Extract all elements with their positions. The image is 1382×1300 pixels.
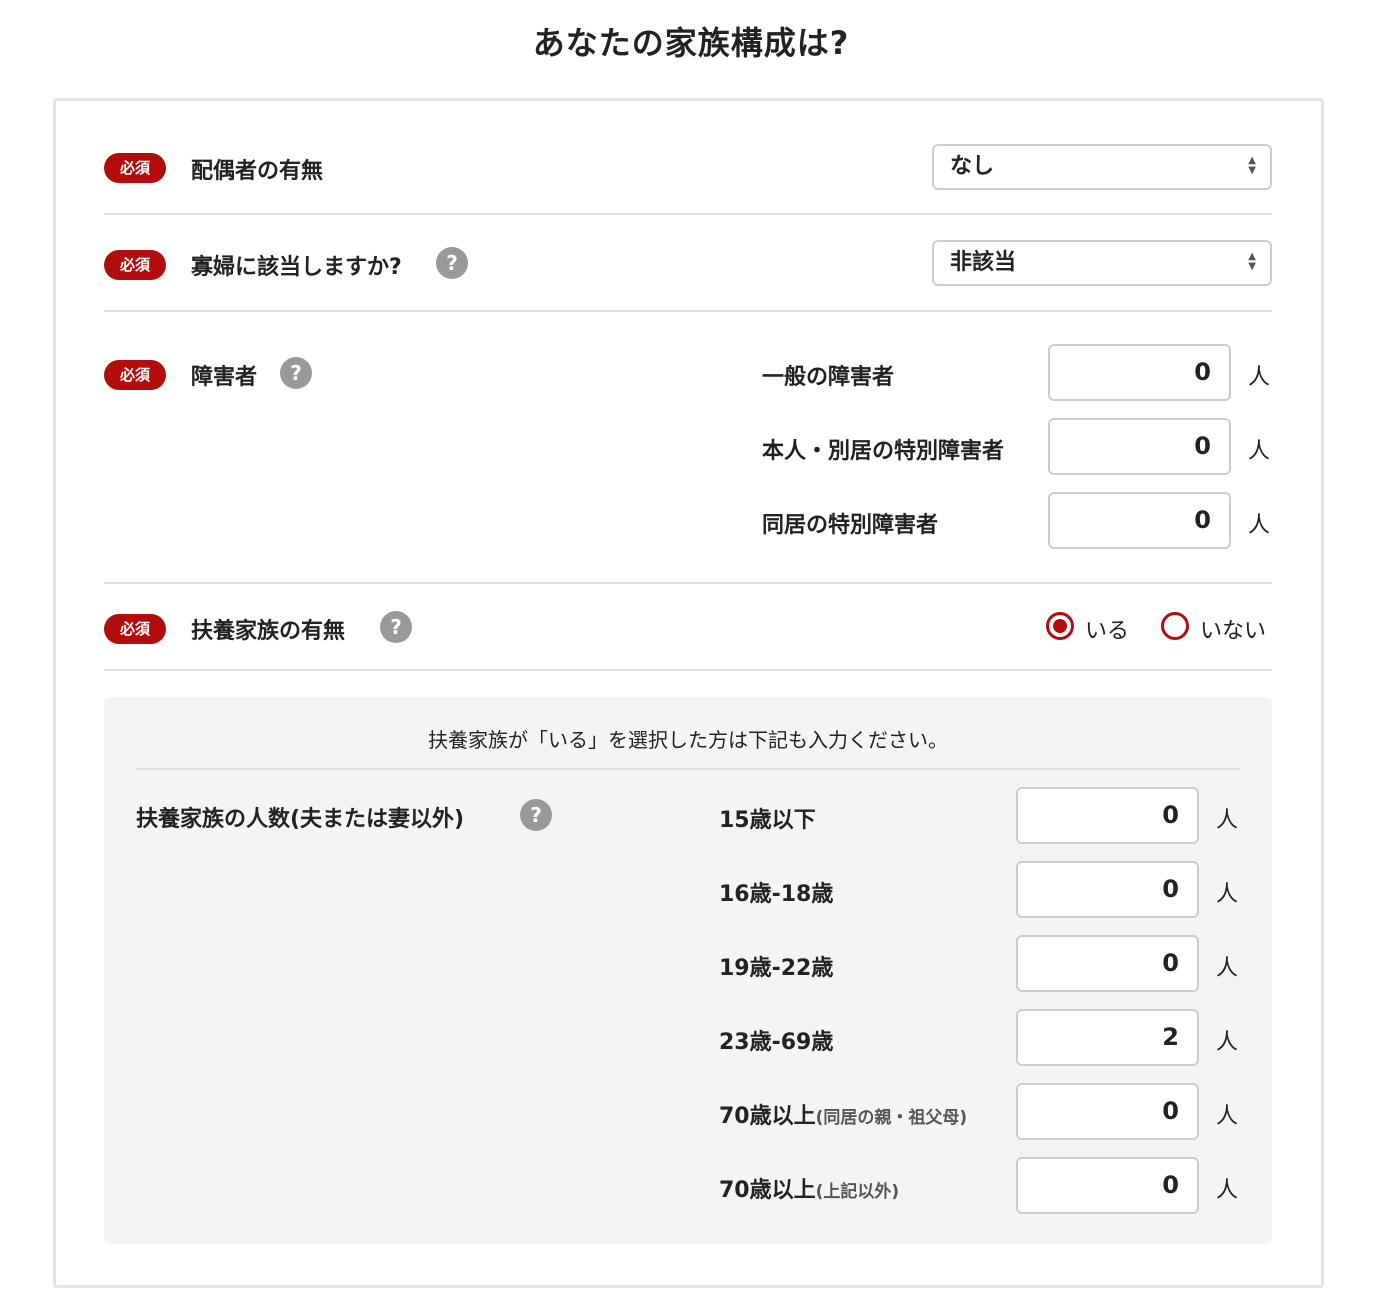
unit-label: 人 (1216, 950, 1238, 982)
divider (104, 582, 1272, 584)
age-group-label-text: 70歳以上 (719, 1104, 816, 1129)
unit-label: 人 (1248, 507, 1270, 539)
age-group-input[interactable]: 2 (1016, 1009, 1199, 1066)
age-group-input[interactable]: 0 (1016, 1157, 1199, 1214)
age-group-input[interactable]: 0 (1016, 787, 1199, 844)
spouse-select-value: なし (950, 154, 994, 179)
age-group-label: 70歳以上(同居の親・祖父母) (719, 1098, 967, 1130)
panel-notice: 扶養家族が「いる」を選択した方は下記も入力ください。 (104, 724, 1272, 753)
divider (104, 669, 1272, 671)
required-badge: 必須 (104, 153, 166, 183)
age-group-label-text: 19歳-22歳 (719, 956, 833, 981)
help-icon[interactable]: ? (380, 611, 412, 643)
unit-label: 人 (1216, 802, 1238, 834)
help-icon[interactable]: ? (280, 357, 312, 389)
widow-select[interactable]: 非該当 ▲▼ (932, 240, 1272, 286)
disability-label: 障害者 (191, 359, 257, 391)
unit-label: 人 (1248, 433, 1270, 465)
age-group-label: 23歳-69歳 (719, 1024, 833, 1056)
help-icon[interactable]: ? (436, 247, 468, 279)
divider (104, 310, 1272, 312)
select-arrows-icon: ▲▼ (1248, 156, 1256, 176)
help-icon[interactable]: ? (520, 799, 552, 831)
unit-label: 人 (1216, 1098, 1238, 1130)
age-group-label-text: 23歳-69歳 (719, 1030, 833, 1055)
dependents-no-radio[interactable] (1161, 612, 1189, 640)
age-group-label: 16歳-18歳 (719, 876, 833, 908)
age-group-label-text: 70歳以上 (719, 1178, 816, 1203)
age-group-label-text: 16歳-18歳 (719, 882, 833, 907)
disability-general-input[interactable]: 0 (1048, 344, 1231, 401)
spouse-select[interactable]: なし ▲▼ (932, 144, 1272, 190)
divider (136, 768, 1240, 770)
age-group-input[interactable]: 0 (1016, 935, 1199, 992)
disability-special-cohabiting-input[interactable]: 0 (1048, 492, 1231, 549)
age-group-label: 15歳以下 (719, 802, 816, 834)
dependents-no-label[interactable]: いない (1200, 613, 1266, 645)
age-group-label-text: 15歳以下 (719, 808, 816, 833)
disability-special-separate-label: 本人・別居の特別障害者 (762, 433, 1004, 465)
select-arrows-icon: ▲▼ (1248, 252, 1256, 272)
required-badge: 必須 (104, 250, 166, 280)
dependents-count-label: 扶養家族の人数(夫または妻以外) (136, 801, 464, 833)
spouse-label: 配偶者の有無 (191, 153, 323, 185)
disability-special-cohabiting-label: 同居の特別障害者 (762, 507, 938, 539)
unit-label: 人 (1248, 359, 1270, 391)
disability-general-label: 一般の障害者 (762, 359, 894, 391)
divider (104, 213, 1272, 215)
age-group-note: (同居の親・祖父母) (816, 1108, 968, 1128)
age-group-input[interactable]: 0 (1016, 1083, 1199, 1140)
dependents-yes-radio[interactable] (1046, 612, 1074, 640)
unit-label: 人 (1216, 1172, 1238, 1204)
page-title: あなたの家族構成は? (0, 18, 1382, 64)
widow-label: 寡婦に該当しますか? (191, 249, 402, 281)
dependents-yes-label[interactable]: いる (1085, 613, 1129, 645)
required-badge: 必須 (104, 614, 166, 644)
widow-select-value: 非該当 (950, 250, 1016, 275)
required-badge: 必須 (104, 360, 166, 390)
unit-label: 人 (1216, 876, 1238, 908)
age-group-label: 19歳-22歳 (719, 950, 833, 982)
age-group-input[interactable]: 0 (1016, 861, 1199, 918)
disability-special-separate-input[interactable]: 0 (1048, 418, 1231, 475)
unit-label: 人 (1216, 1024, 1238, 1056)
age-group-note: (上記以外) (816, 1182, 900, 1202)
dependents-label: 扶養家族の有無 (191, 613, 345, 645)
age-group-label: 70歳以上(上記以外) (719, 1172, 899, 1204)
